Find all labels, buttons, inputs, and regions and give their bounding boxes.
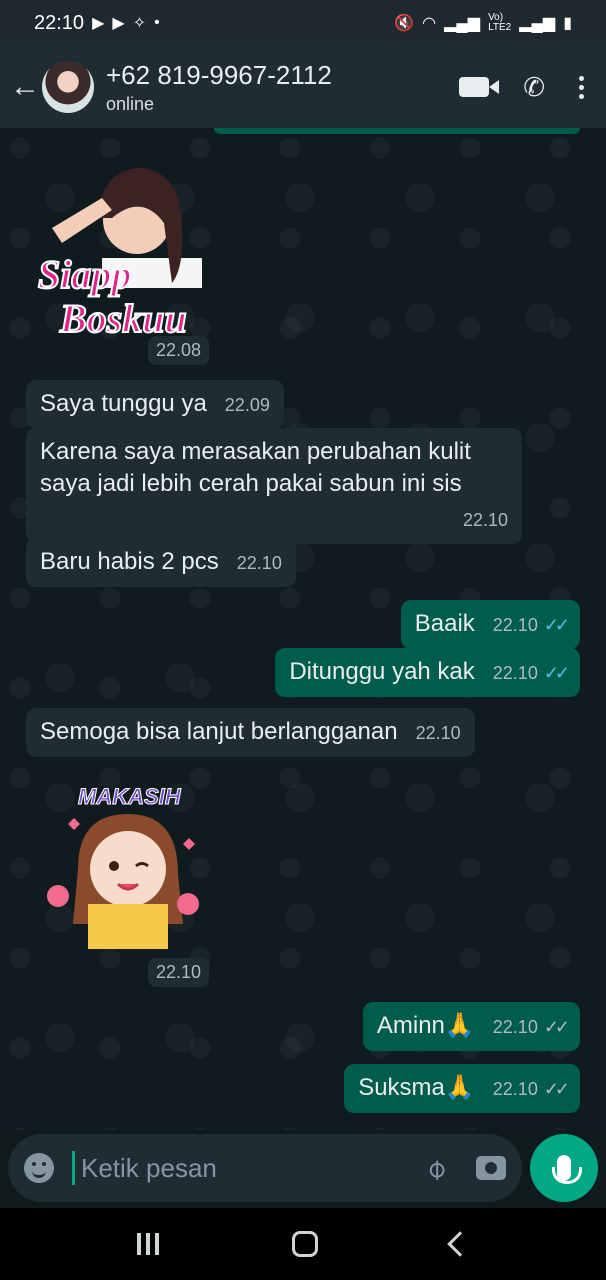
message-bubble-outgoing[interactable]: Suksma🙏 22.10 ✓✓ bbox=[344, 1064, 580, 1113]
message-bubble-incoming[interactable]: Baru habis 2 pcs 22.10 bbox=[26, 538, 296, 587]
message-text: Baaik bbox=[414, 610, 475, 637]
recent-apps-icon[interactable] bbox=[136, 1233, 159, 1255]
sticker-text-makasih: MAKASIH bbox=[78, 784, 182, 809]
message-text: Saya tunggu ya bbox=[40, 390, 207, 417]
message-text: Semoga bisa lanjut berlangganan bbox=[40, 718, 398, 745]
message-time: 22.10 bbox=[492, 1017, 538, 1037]
message-input[interactable]: Ketik pesan bbox=[72, 1151, 417, 1185]
mute-icon: 🔇 bbox=[394, 15, 415, 32]
message-text: Aminn🙏 bbox=[376, 1012, 475, 1039]
status-time: 22:10 bbox=[34, 11, 85, 34]
signal-icon: ▂▄▆ bbox=[444, 15, 481, 32]
message-time: 22.09 bbox=[224, 395, 270, 415]
home-icon[interactable] bbox=[291, 1231, 318, 1257]
message-text: Karena saya merasakan perubahan kulit sa… bbox=[40, 438, 471, 497]
phone-call-icon[interactable]: ✆ bbox=[523, 72, 545, 103]
chat-header: ← +62 819-9967-2112 online ✆ bbox=[0, 46, 606, 128]
contact-name: +62 819-9967-2112 bbox=[106, 59, 332, 90]
avatar[interactable] bbox=[42, 61, 94, 113]
youtube-icon: ▶ bbox=[92, 15, 105, 32]
paperclip-icon[interactable]: ⌀ bbox=[418, 1150, 453, 1185]
message-bubble-incoming[interactable]: Semoga bisa lanjut berlangganan 22.10 bbox=[26, 708, 475, 757]
wifi-icon: ◠ bbox=[422, 15, 437, 32]
contact-status: online bbox=[106, 93, 155, 114]
message-bubble-outgoing[interactable]: Ditunggu yah kak 22.10 ✓✓ bbox=[275, 648, 580, 697]
message-bubble-outgoing[interactable]: Baaik 22.10 ✓✓ bbox=[400, 600, 580, 649]
message-text: Ditunggu yah kak bbox=[289, 658, 475, 685]
message-time: 22.10 bbox=[462, 510, 508, 530]
back-arrow-icon[interactable]: ← bbox=[10, 70, 42, 104]
message-bubble-incoming[interactable]: Saya tunggu ya 22.09 bbox=[26, 380, 284, 429]
dot-icon: • bbox=[154, 14, 160, 31]
camera-icon[interactable] bbox=[476, 1156, 506, 1180]
message-composer: Ketik pesan ⌀ bbox=[8, 1134, 522, 1202]
emoji-icon[interactable] bbox=[24, 1153, 54, 1183]
message-time: 22.10 bbox=[492, 663, 538, 683]
more-options-icon[interactable] bbox=[579, 75, 584, 99]
sticker-text-siapp: Siapp bbox=[38, 252, 131, 297]
read-ticks-icon: ✓✓ bbox=[543, 663, 570, 683]
back-icon[interactable] bbox=[447, 1231, 474, 1257]
status-bar: 22:10 ▶ ▶ ✧ • 🔇 ◠ ▂▄▆ Vo) LTE2 ▂▄▆ ▮ bbox=[0, 0, 606, 46]
message-text: Baru habis 2 pcs bbox=[40, 548, 219, 575]
delivered-ticks-icon: ✓✓ bbox=[543, 1017, 570, 1037]
message-text: Suksma🙏 bbox=[358, 1074, 475, 1101]
message-time: 22.10 bbox=[236, 553, 282, 573]
chat-area[interactable]: Siapp Boskuu 22.08 Saya tunggu ya 22.09 K… bbox=[0, 128, 606, 1130]
message-time: 22.10 bbox=[492, 615, 538, 635]
message-bubble-outgoing[interactable]: Aminn🙏 22.10 ✓✓ bbox=[362, 1002, 580, 1051]
read-ticks-icon: ✓✓ bbox=[543, 615, 570, 635]
microphone-icon bbox=[552, 1155, 582, 1184]
magic-icon: ✧ bbox=[132, 15, 147, 32]
contact-info[interactable]: +62 819-9967-2112 online bbox=[106, 60, 459, 115]
message-time: 22.10 bbox=[415, 723, 461, 743]
message-time: 22.10 bbox=[492, 1079, 538, 1099]
message-bubble-partial bbox=[214, 128, 580, 134]
sticker-siapp-boskuu[interactable]: Siapp Boskuu bbox=[32, 148, 212, 338]
delivered-ticks-icon: ✓✓ bbox=[543, 1079, 570, 1099]
voice-message-button[interactable] bbox=[530, 1134, 598, 1202]
youtube-icon: ▶ bbox=[112, 15, 125, 32]
sticker-makasih[interactable]: MAKASIH bbox=[38, 774, 208, 954]
signal-icon: ▂▄▆ bbox=[519, 15, 556, 32]
battery-icon: ▮ bbox=[563, 15, 572, 32]
sticker-timestamp: 22.10 bbox=[148, 958, 210, 987]
video-call-icon[interactable] bbox=[459, 77, 500, 97]
volte-icon: Vo) LTE2 bbox=[488, 12, 512, 33]
sticker-text-boskuu: Boskuu bbox=[59, 296, 187, 338]
message-bubble-incoming[interactable]: Karena saya merasakan perubahan kulit sa… bbox=[26, 428, 522, 544]
system-navigation-bar bbox=[0, 1208, 606, 1280]
sticker-timestamp: 22.08 bbox=[148, 336, 210, 365]
